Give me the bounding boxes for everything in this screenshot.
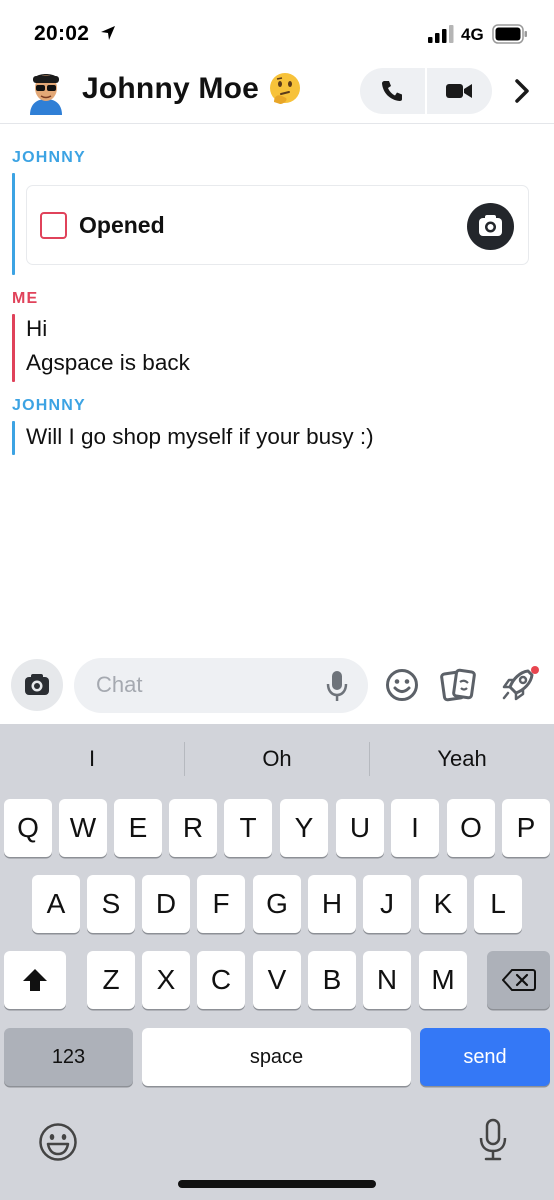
chat-input-bar: Chat [0, 648, 554, 724]
key-f[interactable]: F [197, 875, 245, 933]
camera-icon [25, 674, 49, 695]
key-x[interactable]: X [142, 951, 190, 1009]
dictation-mic-icon[interactable] [478, 1118, 508, 1162]
snap-status: Opened [79, 212, 165, 238]
key-c[interactable]: C [197, 951, 245, 1009]
reply-camera-button[interactable] [467, 203, 514, 250]
camera-button[interactable] [11, 659, 63, 711]
key-y[interactable]: Y [280, 799, 328, 857]
suggestion-1[interactable]: I [0, 746, 184, 772]
key-w[interactable]: W [59, 799, 107, 857]
chat-placeholder: Chat [96, 672, 143, 697]
message-text: Agspace is back [26, 350, 190, 375]
smiley-icon[interactable] [385, 668, 419, 702]
shift-arrow-icon [23, 969, 47, 991]
video-camera-icon[interactable] [446, 81, 472, 101]
key-o[interactable]: O [447, 799, 495, 857]
shift-key[interactable] [4, 951, 66, 1009]
signal-bars-icon [428, 25, 454, 43]
snap-message[interactable]: Opened [26, 185, 529, 265]
backspace-icon [501, 969, 536, 991]
key-g[interactable]: G [253, 875, 301, 933]
message-bar [12, 173, 15, 275]
rocket-icon[interactable] [500, 665, 540, 703]
key-i[interactable]: I [391, 799, 439, 857]
key-j[interactable]: J [363, 875, 411, 933]
avatar[interactable] [24, 67, 68, 115]
key-l[interactable]: L [474, 875, 522, 933]
sender-label: ME [12, 290, 39, 307]
key-k[interactable]: K [419, 875, 467, 933]
key-n[interactable]: N [363, 951, 411, 1009]
key-a[interactable]: A [32, 875, 80, 933]
key-z[interactable]: Z [87, 951, 135, 1009]
space-key[interactable]: space [142, 1028, 411, 1086]
cards-icon[interactable] [440, 668, 476, 702]
message-text: Will I go shop myself if your busy :) [26, 424, 374, 449]
keyboard: I Oh Yeah Q W E R T Y U I O P A S D F G … [0, 724, 554, 1200]
key-q[interactable]: Q [4, 799, 52, 857]
location-arrow-icon [101, 26, 115, 40]
sender-label: JOHNNY [12, 397, 86, 414]
chat-header: Johnny Moe [0, 60, 554, 124]
sender-label: JOHNNY [12, 149, 86, 166]
mic-icon[interactable] [326, 670, 348, 702]
thinking-face-icon [270, 73, 300, 104]
chat-input[interactable]: Chat [74, 658, 368, 713]
key-s[interactable]: S [87, 875, 135, 933]
suggestion-3[interactable]: Yeah [370, 746, 554, 772]
key-h[interactable]: H [308, 875, 356, 933]
suggestion-2[interactable]: Oh [185, 746, 369, 772]
pill-divider [425, 68, 427, 114]
key-v[interactable]: V [253, 951, 301, 1009]
message-text: Hi [26, 316, 48, 341]
backspace-key[interactable] [487, 951, 550, 1009]
key-t[interactable]: T [224, 799, 272, 857]
status-time: 20:02 [34, 22, 90, 45]
camera-icon [479, 215, 502, 236]
emoji-keyboard-icon[interactable] [38, 1122, 78, 1162]
battery-icon [492, 24, 527, 44]
key-m[interactable]: M [419, 951, 467, 1009]
key-u[interactable]: U [336, 799, 384, 857]
call-actions-pill [360, 68, 492, 114]
message-bar [12, 421, 15, 455]
key-b[interactable]: B [308, 951, 356, 1009]
key-p[interactable]: P [502, 799, 550, 857]
chevron-right-icon[interactable] [512, 78, 532, 104]
contact-name[interactable]: Johnny Moe [82, 72, 259, 106]
message-bar [12, 314, 15, 382]
send-key[interactable]: send [420, 1028, 550, 1086]
key-r[interactable]: R [169, 799, 217, 857]
opened-snap-square-icon [40, 212, 67, 239]
status-bar: 20:02 4G [0, 0, 554, 60]
key-e[interactable]: E [114, 799, 162, 857]
phone-icon[interactable] [380, 80, 404, 102]
home-indicator [178, 1180, 376, 1188]
key-d[interactable]: D [142, 875, 190, 933]
network-label: 4G [461, 25, 484, 44]
numbers-key[interactable]: 123 [4, 1028, 133, 1086]
